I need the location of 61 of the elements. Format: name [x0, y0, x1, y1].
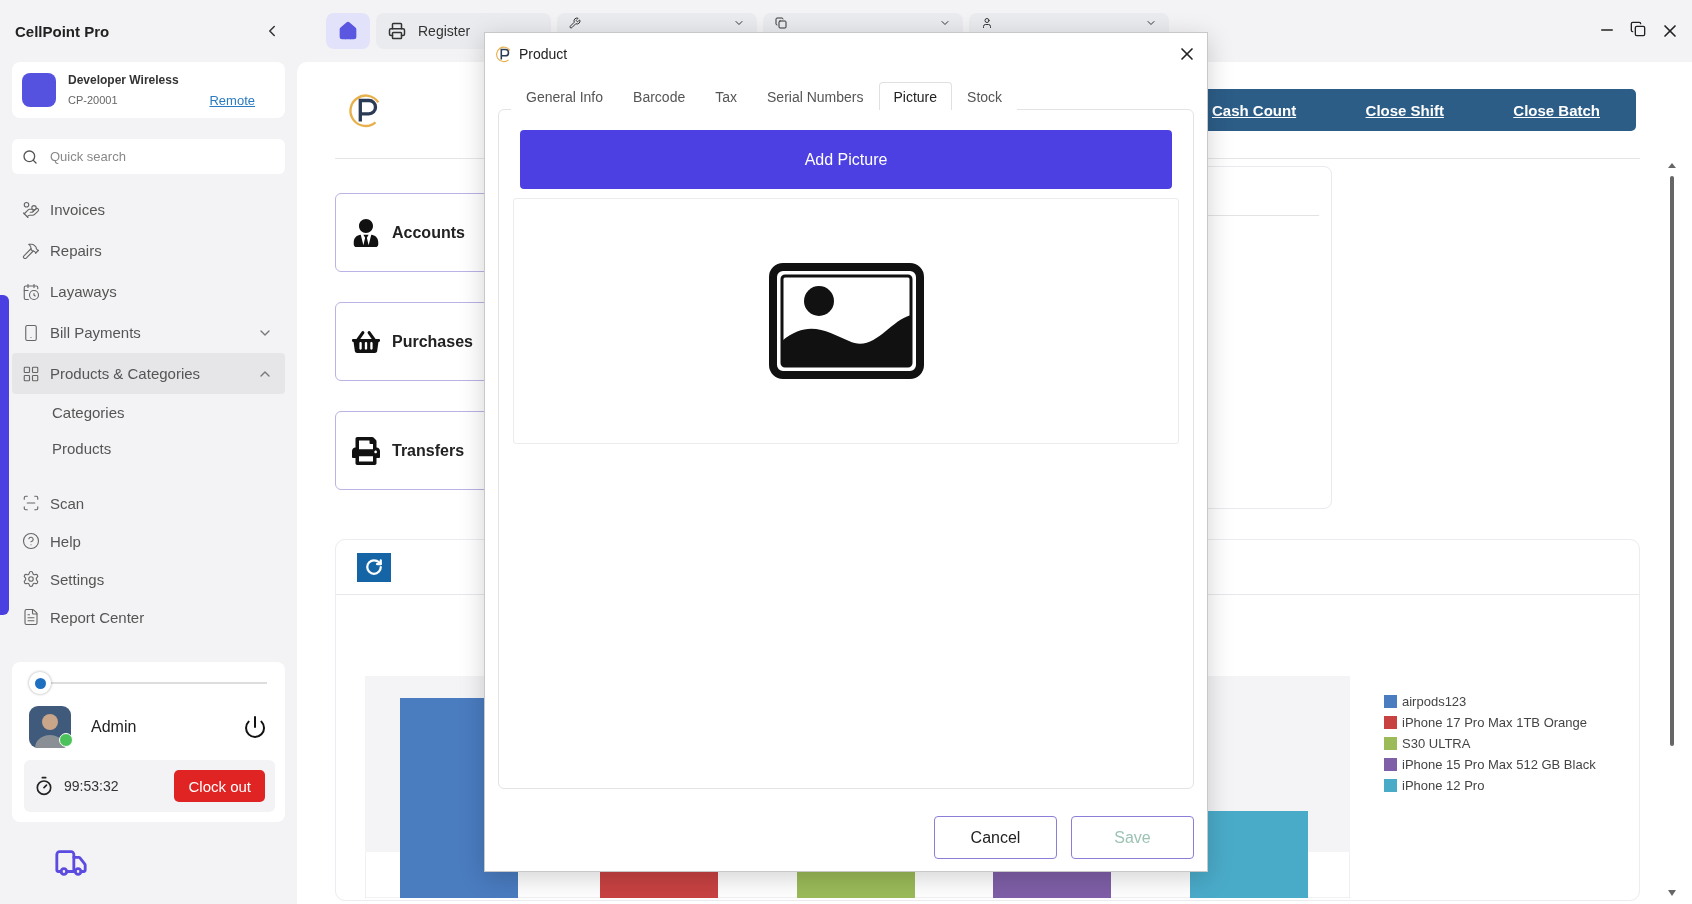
printer-icon [352, 436, 380, 465]
sidebar-item[interactable]: Help [12, 522, 285, 560]
hand-coins-icon [22, 200, 40, 219]
timer-text: 99:53:32 [64, 778, 120, 794]
action-link[interactable]: Close Shift [1365, 101, 1444, 119]
sidebar-item[interactable]: Scan [12, 484, 285, 522]
remote-link[interactable]: Remote [209, 92, 255, 108]
help-icon [22, 532, 40, 550]
avatar [29, 706, 71, 748]
document-icon [22, 608, 40, 626]
scan-icon [22, 494, 40, 512]
hammer-icon [22, 241, 40, 260]
account-avatar [22, 73, 56, 107]
sidebar-item[interactable]: Settings [12, 560, 285, 598]
search-input[interactable]: Quick search [48, 148, 252, 165]
person-icon [981, 17, 993, 29]
dialog-tab[interactable]: Picture [878, 82, 953, 110]
refresh-button[interactable] [357, 552, 391, 582]
account-name: Developer Wireless [68, 72, 180, 87]
cancel-button[interactable]: Cancel [934, 816, 1057, 859]
home-tab[interactable] [326, 13, 370, 49]
scrollbar[interactable] [1667, 162, 1677, 897]
user-name: Admin [91, 718, 138, 736]
wrench-icon [569, 17, 581, 29]
grid-icon [22, 364, 40, 383]
settings-icon [22, 570, 40, 588]
phone-icon [22, 323, 40, 342]
printer-icon [388, 22, 406, 40]
legend-label: iPhone 15 Pro Max 512 GB Black [1402, 757, 1596, 772]
power-icon[interactable] [243, 715, 267, 739]
sidebar-item[interactable]: Repairs [12, 230, 285, 271]
image-placeholder-icon [768, 263, 924, 379]
search-icon [22, 148, 38, 165]
legend-label: iPhone 12 Pro [1402, 778, 1485, 793]
sidebar-item[interactable]: Layaways [12, 271, 285, 312]
dialog-title: Product [519, 46, 569, 62]
sidebar-item[interactable]: Bill Payments [12, 312, 285, 353]
sidebar-item[interactable]: Products & Categories [12, 353, 285, 394]
home-icon [338, 21, 358, 41]
restore-icon[interactable] [1630, 21, 1646, 37]
action-link[interactable]: Cash Count [1212, 101, 1297, 119]
clock-out-button[interactable]: Clock out [174, 770, 265, 802]
logo-icon [495, 45, 513, 63]
slider-thumb[interactable] [29, 672, 51, 694]
refresh-icon [365, 558, 383, 576]
sidebar-item[interactable]: Report Center [12, 598, 285, 636]
calendar-icon [22, 282, 40, 301]
sidebar-item[interactable]: Products [12, 430, 285, 466]
add-picture-button[interactable]: Add Picture [520, 130, 1172, 189]
sidebar-item[interactable]: Invoices [12, 189, 285, 230]
action-link[interactable]: Close Batch [1513, 101, 1600, 119]
legend-label: iPhone 17 Pro Max 1TB Orange [1402, 715, 1587, 730]
stopwatch-icon [34, 776, 54, 796]
person-icon [352, 218, 380, 247]
legend-label: S30 ULTRA [1402, 736, 1471, 751]
app-title: CellPoint Pro [15, 22, 110, 40]
search-field[interactable]: Quick search [12, 139, 285, 174]
legend-label: airpods123 [1402, 694, 1467, 709]
account-code: CP-20001 [68, 94, 118, 106]
sidebar-item[interactable]: Categories [12, 394, 285, 430]
copy-icon [775, 17, 787, 29]
